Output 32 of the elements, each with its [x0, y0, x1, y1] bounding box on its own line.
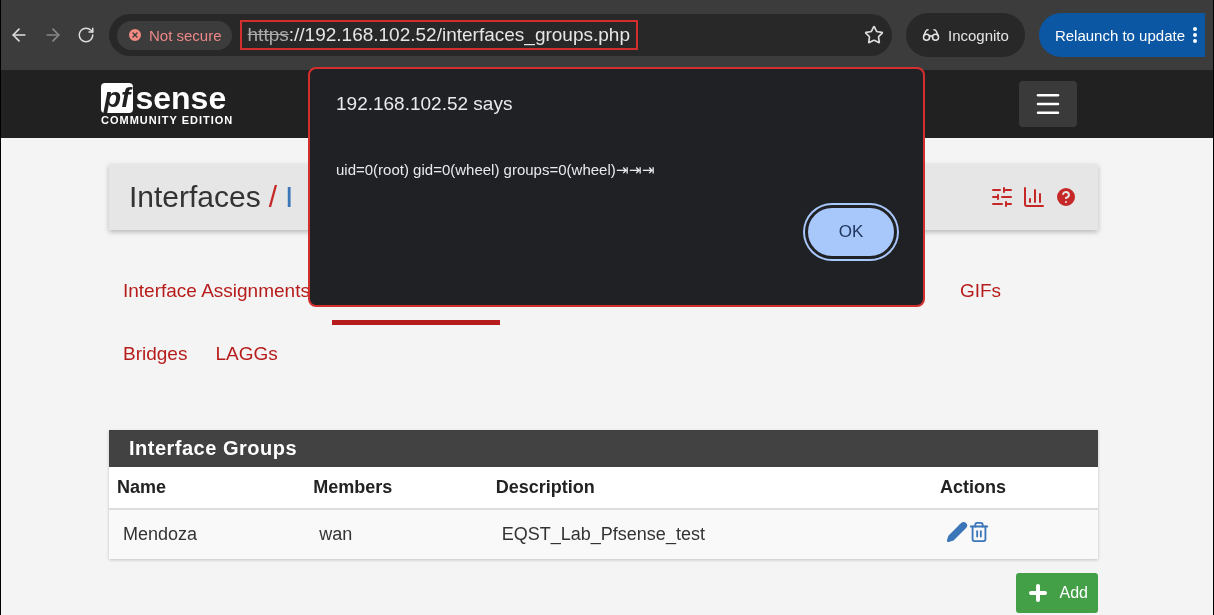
logo-mark: pf	[101, 83, 134, 113]
nav-tab[interactable]: Bridges	[109, 331, 202, 388]
bookmark-star-icon[interactable]	[864, 25, 884, 45]
delete-icon[interactable]	[968, 521, 990, 543]
edition-label: COMMUNITY EDITION	[101, 114, 234, 126]
incognito-badge[interactable]: Incognito	[906, 13, 1025, 57]
settings-icon[interactable]	[990, 185, 1014, 209]
table-cell: EQST_Lab_Pfsense_test	[487, 509, 932, 559]
nav-tab[interactable]: LAGGs	[201, 331, 292, 388]
address-url[interactable]: https://192.168.102.52/interfaces_groups.php	[239, 20, 638, 50]
breadcrumb-text: Interfaces	[129, 180, 261, 214]
add-button[interactable]: Add	[1015, 573, 1098, 613]
incognito-icon	[922, 26, 940, 44]
relaunch-button[interactable]: Relaunch to update	[1038, 13, 1205, 57]
security-chip[interactable]: Not secure	[117, 20, 232, 50]
table-cell: Mendoza	[109, 509, 306, 559]
logo-text: sense	[135, 82, 227, 114]
breadcrumb-link[interactable]: I	[285, 180, 294, 214]
edit-icon[interactable]	[946, 521, 968, 543]
more-icon	[1193, 27, 1197, 43]
help-icon[interactable]	[1054, 185, 1078, 209]
table-cell: wan	[305, 509, 488, 559]
menu-button[interactable]	[1019, 81, 1077, 127]
dialog-message: uid=0(root) gid=0(wheel) groups=0(wheel)⇥⇥⇥	[336, 161, 656, 179]
reload-icon[interactable]	[77, 26, 95, 44]
chart-icon[interactable]	[1022, 185, 1046, 209]
ok-button[interactable]: OK	[805, 205, 897, 259]
breadcrumb-separator: /	[268, 180, 278, 214]
panel-title: Interface Groups	[109, 430, 1098, 467]
nav-tab[interactable]: GIFs	[945, 268, 1016, 325]
warning-icon	[127, 27, 143, 43]
dialog-title: 192.168.102.52 says	[336, 93, 514, 115]
